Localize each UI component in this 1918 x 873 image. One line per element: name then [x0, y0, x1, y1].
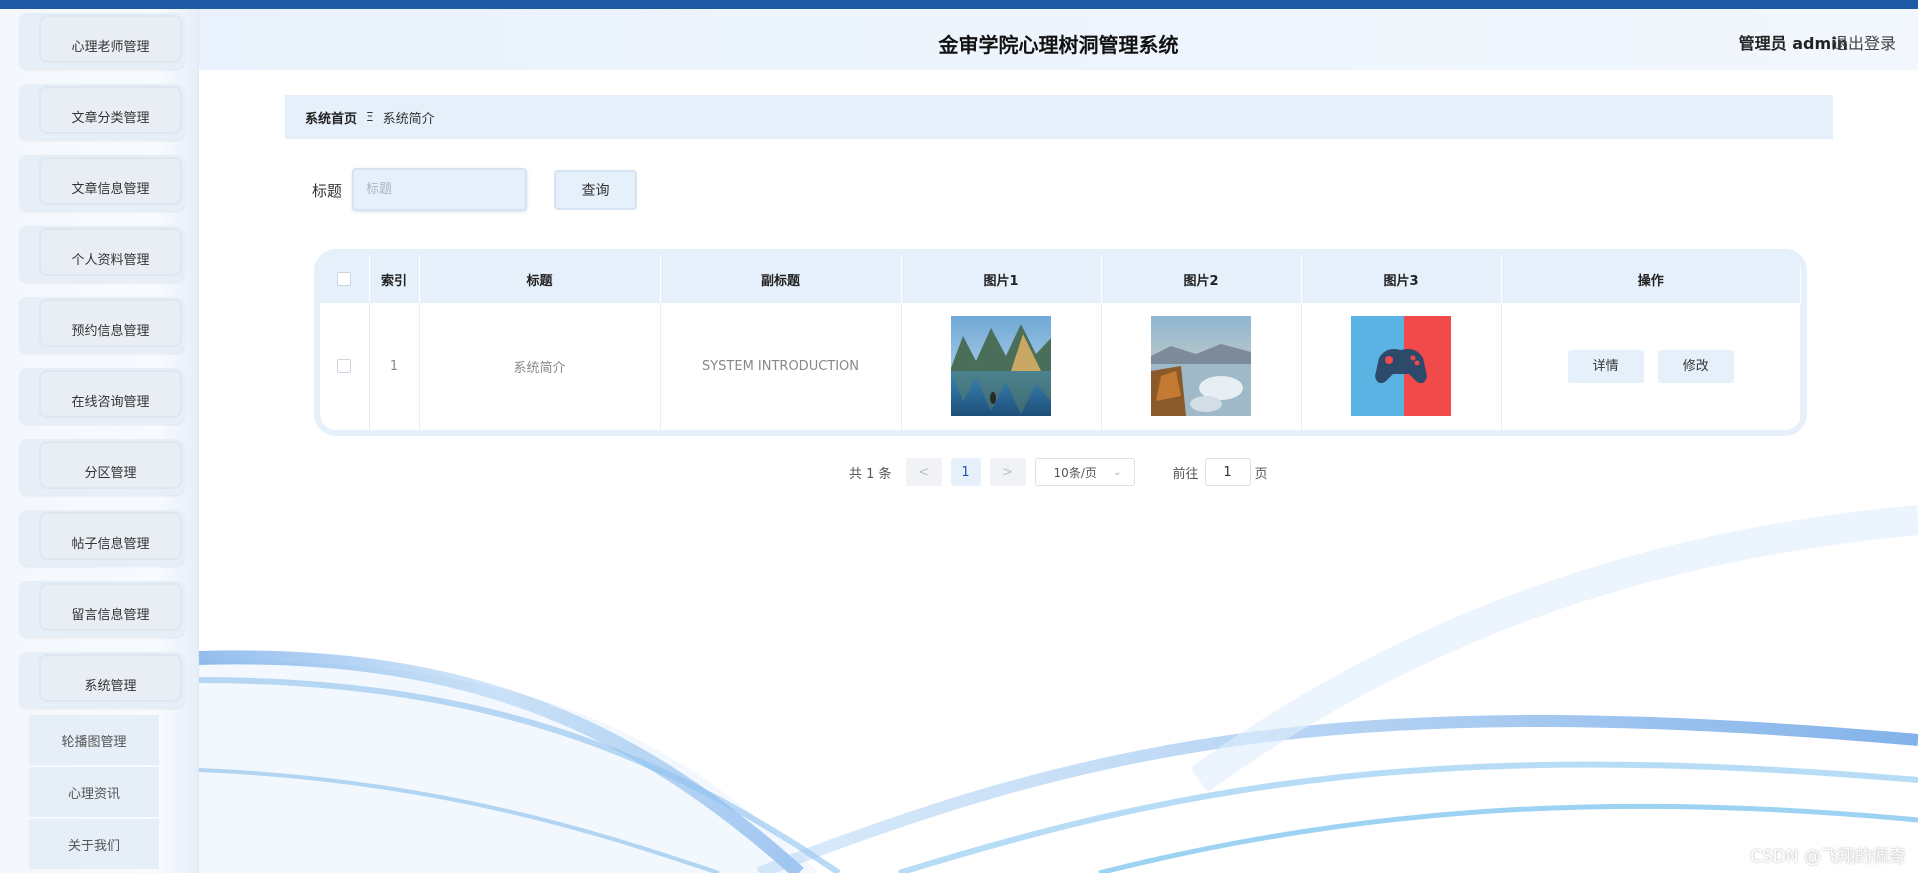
sidebar-item-label: 分区管理: [39, 441, 182, 489]
query-button[interactable]: 查询: [554, 170, 637, 210]
sidebar-item-zone[interactable]: 分区管理: [19, 439, 184, 495]
pagination: 共 1 条 < 1 > 10条/页 ⌄ 前往 页: [849, 458, 1268, 486]
pagination-total: 共 1 条: [849, 466, 892, 482]
sidebar: 心理老师管理 文章分类管理 文章信息管理 个人资料管理 预约信息管理 在线咨询管…: [0, 9, 199, 873]
sidebar-item-label: 心理老师管理: [39, 15, 182, 63]
logout-link[interactable]: 退出登录: [1832, 30, 1896, 54]
table-row: 1 系统简介 SYSTEM INTRODUCTION 详情 修改: [320, 303, 1801, 430]
prev-page-button[interactable]: <: [905, 458, 942, 486]
sidebar-submenu: 轮播图管理 心理资讯 关于我们: [29, 715, 159, 871]
sidebar-item-label: 在线咨询管理: [39, 370, 182, 418]
background-waves: [199, 505, 1918, 873]
coastal-rocks-image[interactable]: [1151, 316, 1251, 417]
row-select-cell: [320, 303, 370, 430]
header: 金审学院心理树洞管理系统 管理员 admin 退出登录: [199, 9, 1918, 70]
sidebar-item-label: 预约信息管理: [39, 299, 182, 347]
sidebar-subitem-carousel[interactable]: 轮播图管理: [29, 715, 159, 765]
column-header: 图片2: [1101, 255, 1302, 303]
breadcrumb-home[interactable]: 系统首页: [305, 108, 357, 127]
breadcrumb-current: 系统简介: [382, 111, 435, 127]
sidebar-item-online-consult[interactable]: 在线咨询管理: [19, 368, 184, 424]
row-subtitle: SYSTEM INTRODUCTION: [660, 303, 902, 430]
gamepad-icon-image[interactable]: [1351, 316, 1451, 417]
sidebar-menu: 心理老师管理 文章分类管理 文章信息管理 个人资料管理 预约信息管理 在线咨询管…: [19, 13, 184, 723]
search-label: 标题: [312, 182, 343, 200]
sidebar-item-counselor[interactable]: 心理老师管理: [19, 13, 184, 69]
column-header: 操作: [1501, 255, 1801, 303]
table-header-row: 索引 标题 副标题 图片1 图片2 图片3 操作: [320, 255, 1801, 303]
sidebar-subitem-news[interactable]: 心理资讯: [29, 767, 159, 817]
sidebar-item-label: 文章分类管理: [39, 86, 182, 134]
sidebar-item-post[interactable]: 帖子信息管理: [19, 510, 184, 566]
row-title: 系统简介: [419, 303, 661, 430]
sidebar-item-article-info[interactable]: 文章信息管理: [19, 155, 184, 211]
sidebar-item-label: 个人资料管理: [39, 228, 182, 276]
row-index: 1: [369, 303, 420, 430]
top-accent-bar: [0, 0, 1918, 9]
page-number-current[interactable]: 1: [950, 458, 981, 486]
select-all-checkbox[interactable]: [337, 272, 352, 286]
search-input[interactable]: [352, 168, 527, 211]
next-page-button[interactable]: >: [989, 458, 1026, 486]
sidebar-item-system[interactable]: 系统管理: [19, 652, 184, 708]
row-image3-cell: [1301, 303, 1502, 430]
jump-label: 前往: [1172, 466, 1199, 482]
sidebar-subitem-about[interactable]: 关于我们: [29, 819, 159, 869]
column-header: 图片1: [901, 255, 1102, 303]
row-actions-cell: 详情 修改: [1501, 303, 1801, 430]
sidebar-item-label: 留言信息管理: [39, 583, 182, 631]
sidebar-item-appointment[interactable]: 预约信息管理: [19, 297, 184, 353]
edit-button[interactable]: 修改: [1657, 349, 1734, 383]
column-header: 副标题: [660, 255, 902, 303]
breadcrumb-separator-icon: Ξ: [366, 110, 374, 124]
jump-suffix: 页: [1254, 466, 1268, 482]
sidebar-item-message[interactable]: 留言信息管理: [19, 581, 184, 637]
data-table-container: 索引 标题 副标题 图片1 图片2 图片3 操作 1 系统简介 SYSTEM I…: [314, 249, 1807, 436]
page-title: 金审学院心理树洞管理系统: [938, 33, 1179, 57]
sidebar-item-profile[interactable]: 个人资料管理: [19, 226, 184, 282]
column-header: 标题: [419, 255, 661, 303]
sidebar-item-label: 帖子信息管理: [39, 512, 182, 560]
column-header: 图片3: [1301, 255, 1502, 303]
row-image2-cell: [1101, 303, 1302, 430]
chevron-down-icon: ⌄: [1113, 466, 1122, 478]
watermark-text: CSDN @飞翔的佩奇: [1750, 847, 1906, 867]
column-header: 索引: [369, 255, 420, 303]
jump-page-input[interactable]: [1204, 458, 1251, 486]
row-checkbox[interactable]: [337, 359, 352, 374]
breadcrumb: 系统首页 Ξ 系统简介: [285, 95, 1833, 139]
mountain-lake-image[interactable]: [951, 316, 1051, 417]
sidebar-item-article-category[interactable]: 文章分类管理: [19, 84, 184, 140]
select-all-header: [320, 255, 370, 303]
sidebar-item-label: 文章信息管理: [39, 157, 182, 205]
data-table-inner: 索引 标题 副标题 图片1 图片2 图片3 操作 1 系统简介 SYSTEM I…: [320, 255, 1801, 430]
data-table: 索引 标题 副标题 图片1 图片2 图片3 操作 1 系统简介 SYSTEM I…: [320, 255, 1801, 430]
sidebar-item-label: 系统管理: [39, 654, 182, 702]
page-size-select[interactable]: 10条/页 ⌄: [1034, 458, 1135, 486]
page-size-value: 10条/页: [1053, 465, 1097, 480]
row-image1-cell: [901, 303, 1102, 430]
detail-button[interactable]: 详情: [1567, 349, 1644, 383]
